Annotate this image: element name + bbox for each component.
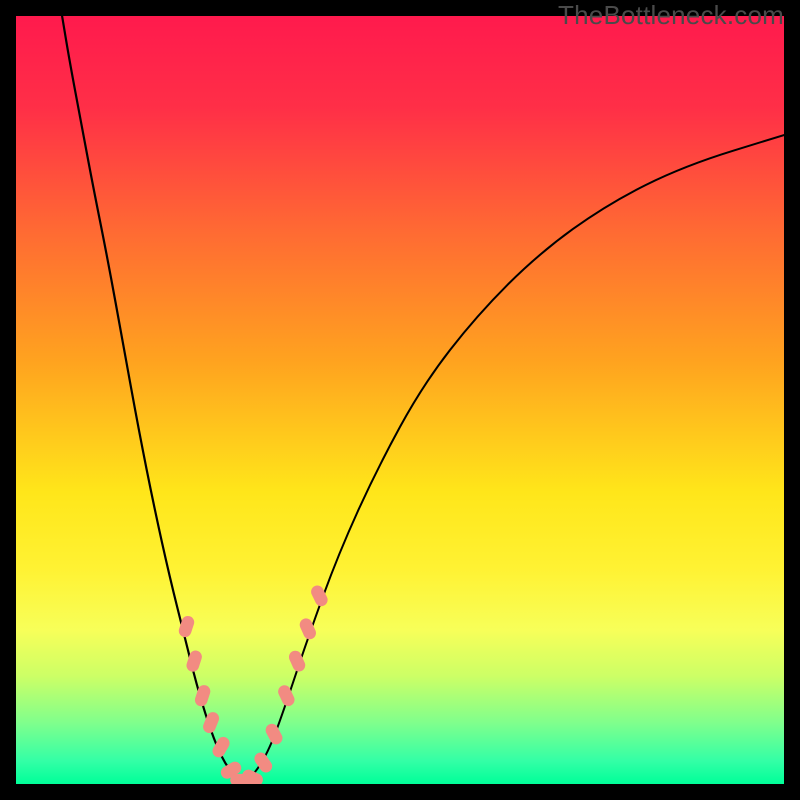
chart-svg <box>16 16 784 784</box>
chart-frame: TheBottleneck.com <box>0 0 800 800</box>
gradient-background <box>16 16 784 784</box>
plot-area <box>16 16 784 784</box>
watermark-text: TheBottleneck.com <box>558 0 784 31</box>
